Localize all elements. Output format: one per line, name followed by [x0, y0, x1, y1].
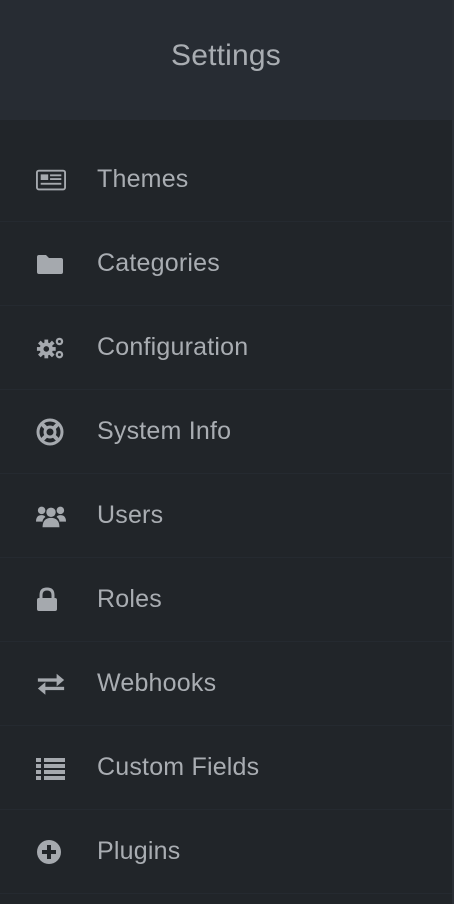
menu-item-custom-fields[interactable]: Custom Fields: [0, 726, 452, 810]
life-ring-icon: [36, 418, 66, 445]
menu-item-themes[interactable]: Themes: [0, 138, 452, 222]
settings-menu: Themes Categories Configuration System I…: [0, 138, 452, 894]
menu-item-label: Categories: [97, 249, 220, 277]
gears-icon: [36, 336, 66, 360]
menu-item-label: Users: [97, 501, 164, 529]
sidebar-header: Settings: [0, 0, 452, 120]
menu-item-label: Plugins: [97, 837, 181, 865]
sidebar-title: Settings: [171, 39, 281, 72]
menu-item-label: Themes: [97, 165, 189, 193]
menu-item-system-info[interactable]: System Info: [0, 390, 452, 474]
menu-item-label: Roles: [97, 585, 162, 613]
newspaper-icon: [36, 168, 66, 192]
menu-item-users[interactable]: Users: [0, 474, 452, 558]
list-icon: [36, 756, 66, 780]
exchange-icon: [36, 672, 66, 696]
menu-item-plugins[interactable]: Plugins: [0, 810, 452, 894]
menu-item-webhooks[interactable]: Webhooks: [0, 642, 452, 726]
menu-item-roles[interactable]: Roles: [0, 558, 452, 642]
lock-icon: [36, 586, 66, 612]
menu-item-label: System Info: [97, 417, 232, 445]
menu-item-label: Configuration: [97, 333, 249, 361]
settings-sidebar: Settings Themes Categories Configuration…: [0, 0, 454, 904]
folder-icon: [36, 252, 66, 276]
plus-circle-icon: [36, 839, 66, 864]
menu-item-categories[interactable]: Categories: [0, 222, 452, 306]
users-icon: [36, 504, 66, 528]
menu-item-label: Webhooks: [97, 669, 217, 697]
menu-item-configuration[interactable]: Configuration: [0, 306, 452, 390]
menu-item-label: Custom Fields: [97, 753, 260, 781]
